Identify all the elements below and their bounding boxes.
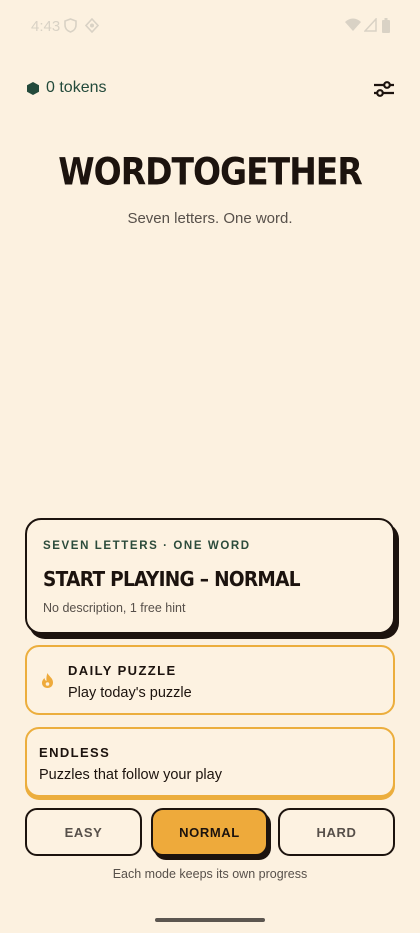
flame-icon bbox=[41, 672, 54, 694]
daily-card-description: Play today's puzzle bbox=[68, 685, 192, 701]
mode-normal-button[interactable]: NORMAL bbox=[151, 808, 268, 856]
app-subtitle: Seven letters. One word. bbox=[127, 210, 293, 227]
main-card-title: START PLAYING – NORMAL bbox=[43, 568, 301, 592]
app-title: WORDTOGETHER bbox=[58, 149, 363, 194]
mode-note: Each mode keeps its own progress bbox=[112, 867, 308, 881]
mode-easy-button[interactable]: EASY bbox=[25, 808, 142, 856]
home-indicator[interactable] bbox=[155, 918, 265, 922]
token-count: 0 tokens bbox=[46, 79, 107, 96]
wifi-icon bbox=[345, 18, 361, 37]
settings-button[interactable] bbox=[372, 78, 396, 100]
shield-icon bbox=[64, 18, 77, 38]
top-bar: 0 tokens bbox=[0, 76, 420, 102]
daily-card-title: DAILY PUZZLE bbox=[68, 663, 177, 678]
vpn-key-icon bbox=[84, 17, 100, 38]
battery-icon bbox=[382, 18, 390, 38]
status-time: 4:43 bbox=[31, 18, 61, 35]
daily-puzzle-card[interactable]: DAILY PUZZLE Play today's puzzle bbox=[25, 645, 395, 715]
mode-hard-button[interactable]: HARD bbox=[278, 808, 395, 856]
endless-card[interactable]: ENDLESS Puzzles that follow your play bbox=[25, 727, 395, 797]
signal-icon bbox=[363, 17, 377, 37]
endless-card-title: ENDLESS bbox=[39, 745, 111, 760]
main-card-description: No description, 1 free hint bbox=[43, 601, 186, 615]
endless-card-description: Puzzles that follow your play bbox=[39, 767, 222, 783]
hexagon-token-icon bbox=[27, 82, 39, 100]
start-playing-card[interactable]: SEVEN LETTERS · ONE WORD START PLAYING –… bbox=[25, 518, 395, 634]
main-card-eyebrow: SEVEN LETTERS · ONE WORD bbox=[43, 540, 251, 552]
status-bar: 4:43 bbox=[0, 0, 420, 52]
sliders-icon bbox=[374, 81, 394, 97]
